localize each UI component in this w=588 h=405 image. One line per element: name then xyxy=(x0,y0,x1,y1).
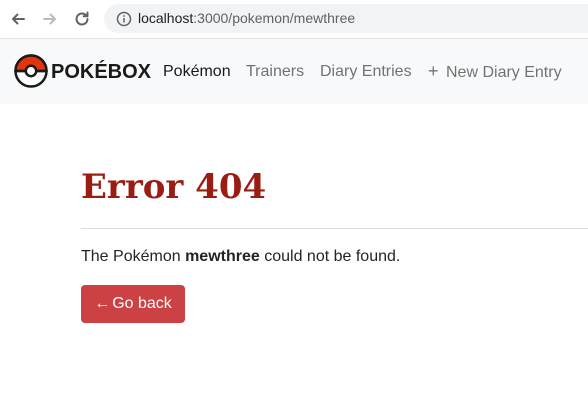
forward-arrow-icon[interactable] xyxy=(40,9,60,29)
info-icon[interactable] xyxy=(116,11,132,27)
divider xyxy=(81,228,588,229)
url-text[interactable]: localhost:3000/pokemon/mewthree xyxy=(138,10,355,27)
address-bar[interactable]: localhost:3000/pokemon/mewthree xyxy=(104,4,588,33)
message-suffix: could not be found. xyxy=(264,248,401,265)
nav-link-diary-entries[interactable]: Diary Entries xyxy=(320,62,412,82)
left-arrow-icon: ← xyxy=(94,295,111,312)
go-back-label: Go back xyxy=(112,295,172,312)
reload-icon[interactable] xyxy=(72,9,92,29)
url-path: :3000/pokemon/mewthree xyxy=(193,10,356,26)
error-message: The Pokémon mewthree could not be found. xyxy=(81,247,400,267)
browser-toolbar: localhost:3000/pokemon/mewthree xyxy=(0,0,588,39)
app-navbar: POKÉBOX Pokémon Trainers Diary Entries +… xyxy=(0,39,588,104)
nav-link-new-diary-entry[interactable]: + New Diary Entry xyxy=(428,62,562,83)
plus-icon: + xyxy=(428,61,439,81)
nav-link-pokemon[interactable]: Pokémon xyxy=(163,62,231,82)
pokeball-logo-icon[interactable] xyxy=(14,54,48,88)
new-diary-entry-label: New Diary Entry xyxy=(446,64,562,81)
go-back-button[interactable]: ← Go back xyxy=(81,285,185,323)
nav-link-trainers[interactable]: Trainers xyxy=(246,62,304,82)
brand-name[interactable]: POKÉBOX xyxy=(51,60,151,84)
pokemon-name: mewthree xyxy=(185,248,260,265)
url-host: localhost xyxy=(138,10,194,26)
back-arrow-icon[interactable] xyxy=(8,9,28,29)
error-title: Error 404 xyxy=(81,167,267,207)
message-prefix: The Pokémon xyxy=(81,248,181,265)
